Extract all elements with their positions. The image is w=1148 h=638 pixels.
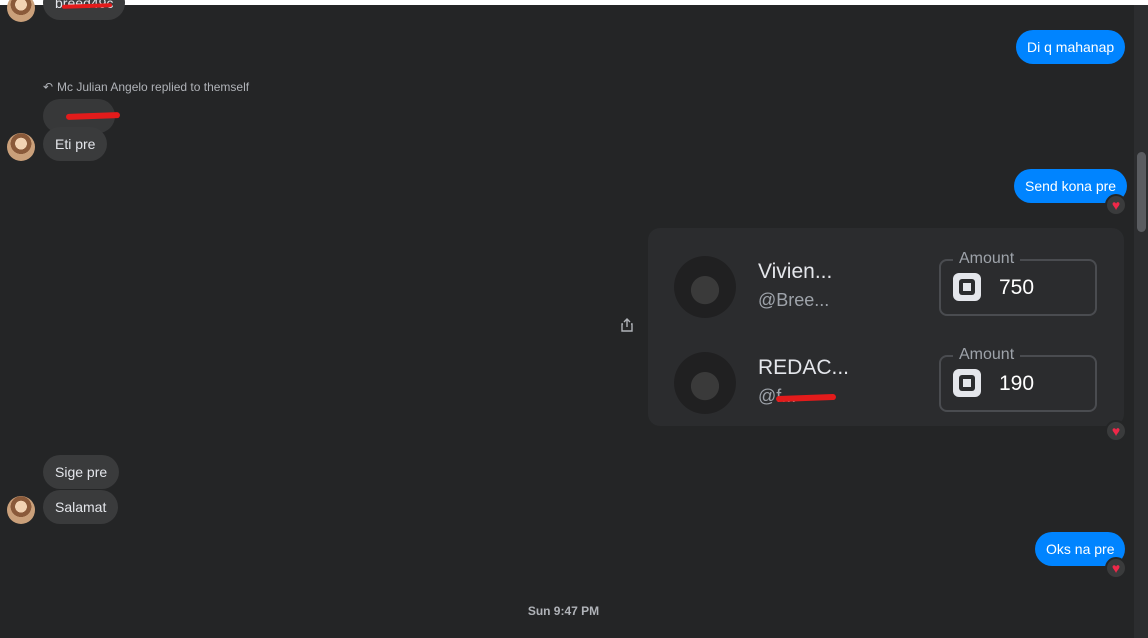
user-display-name: REDAC... — [758, 356, 850, 379]
amount-box: Amount 190 — [939, 346, 1097, 412]
user-avatar — [674, 256, 736, 318]
message-text: Salamat — [55, 499, 107, 515]
message-text: Eti pre — [55, 136, 96, 152]
heart-icon[interactable] — [1105, 557, 1127, 579]
contact-avatar[interactable] — [7, 0, 35, 22]
robux-icon — [953, 369, 981, 397]
outgoing-message[interactable]: Di q mahanap — [1016, 30, 1126, 64]
reply-note-text: Mc Julian Angelo replied to themself — [57, 80, 250, 94]
heart-icon[interactable] — [1105, 194, 1127, 216]
contact-avatar[interactable] — [7, 496, 35, 524]
incoming-message[interactable]: Salamat — [43, 490, 119, 524]
share-icon[interactable] — [621, 318, 633, 332]
message-timestamp: Sun 9:47 PM — [527, 604, 600, 618]
robux-icon — [953, 273, 981, 301]
message-bubble-partial[interactable]: breed49c — [43, 0, 126, 20]
message-text: Di q mahanap — [1027, 39, 1115, 55]
incoming-message[interactable]: Sige pre — [43, 455, 120, 489]
user-avatar — [674, 352, 736, 414]
message-text: Sige pre — [55, 464, 108, 480]
message-text: Send kona pre — [1025, 178, 1117, 194]
trade-image-card[interactable]: Vivien... @Bree... Amount 750 REDAC... @… — [648, 228, 1124, 426]
amount-box: Amount 750 — [939, 250, 1097, 316]
amount-label: Amount — [953, 346, 1021, 364]
user-handle: @Bree... — [758, 290, 830, 310]
amount-label: Amount — [953, 250, 1021, 268]
scrollbar-track[interactable] — [1134, 5, 1148, 638]
reply-indicator: ↶ Mc Julian Angelo replied to themself — [43, 80, 249, 94]
incoming-message[interactable]: Eti pre — [43, 127, 108, 161]
message-text: Oks na pre — [1046, 541, 1115, 557]
contact-avatar[interactable] — [7, 133, 35, 161]
amount-value: 190 — [999, 372, 1035, 395]
amount-value: 750 — [999, 276, 1035, 299]
window-top-edge — [0, 0, 1148, 5]
scrollbar-thumb[interactable] — [1137, 152, 1146, 232]
trade-row: REDAC... @f... Amount 190 — [648, 324, 1124, 420]
reply-icon: ↶ — [43, 80, 54, 94]
heart-icon[interactable] — [1105, 420, 1127, 442]
trade-row: Vivien... @Bree... Amount 750 — [648, 228, 1124, 324]
user-display-name: Vivien... — [758, 260, 833, 283]
